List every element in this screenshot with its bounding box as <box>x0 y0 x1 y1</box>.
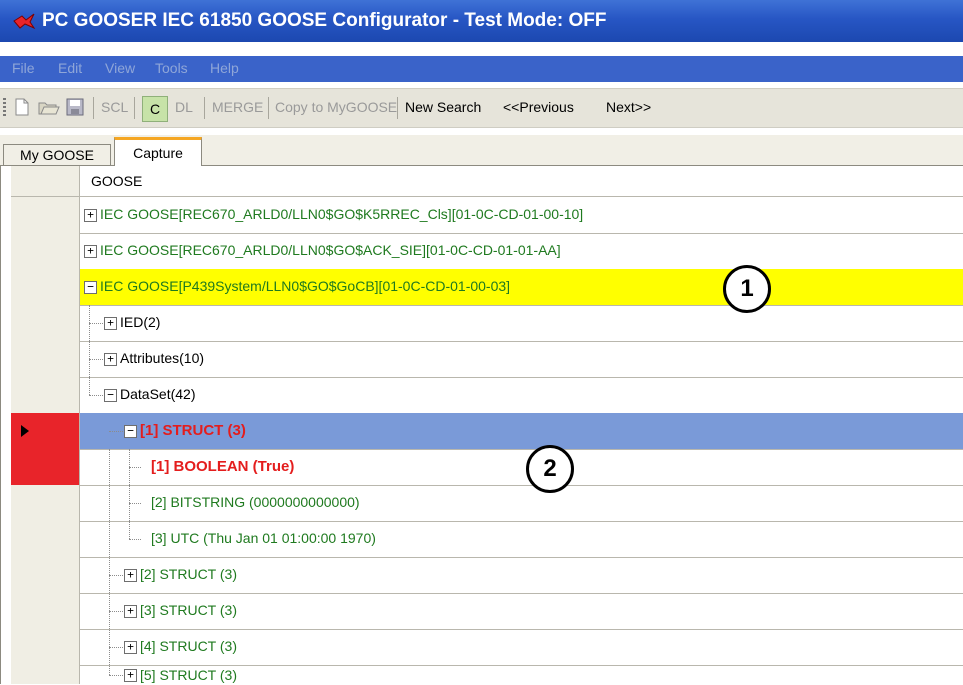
table-row[interactable]: − DataSet(42) <box>11 377 963 414</box>
row-header[interactable] <box>11 233 80 269</box>
row-header[interactable] <box>11 521 80 557</box>
dataset-node-label: DataSet(42) <box>120 386 196 402</box>
table-row[interactable]: + IED(2) <box>11 305 963 342</box>
expand-icon[interactable]: + <box>84 209 97 222</box>
toolbar-separator <box>93 97 94 119</box>
row-header[interactable] <box>11 665 80 684</box>
open-folder-icon[interactable] <box>38 98 60 116</box>
column-header-label: GOOSE <box>91 173 143 189</box>
toolbar-grip[interactable] <box>3 98 6 118</box>
row-header-error[interactable] <box>11 449 80 485</box>
menu-tools[interactable]: Tools <box>155 60 188 76</box>
table-row[interactable]: + [4] STRUCT (3) <box>11 629 963 666</box>
merge-button[interactable]: MERGE <box>212 99 263 115</box>
column-header-goose[interactable]: GOOSE <box>80 166 963 196</box>
utc-value-label: [3] UTC (Thu Jan 01 01:00:00 1970) <box>151 530 376 546</box>
toolbar-separator <box>268 97 269 119</box>
tree-connector <box>109 449 110 675</box>
collapse-icon[interactable]: − <box>124 425 137 438</box>
window-title: PC GOOSER IEC 61850 GOOSE Configurator -… <box>42 10 607 31</box>
table-row-highlighted[interactable]: − IEC GOOSE[P439System/LLN0$GO$GoCB][01-… <box>11 265 963 313</box>
expand-icon[interactable]: + <box>124 605 137 618</box>
save-disk-icon[interactable] <box>66 98 84 116</box>
tab-my-goose[interactable]: My GOOSE <box>3 144 111 165</box>
row-header-current[interactable] <box>11 413 80 449</box>
collapse-icon[interactable]: − <box>104 389 117 402</box>
tab-capture[interactable]: Capture <box>114 137 202 168</box>
new-search-button[interactable]: New Search <box>405 99 481 115</box>
struct-node-label: [5] STRUCT (3) <box>140 667 237 683</box>
struct-node-label: [1] STRUCT (3) <box>140 422 246 439</box>
previous-button[interactable]: <<Previous <box>503 99 574 115</box>
dl-button[interactable]: DL <box>175 99 193 115</box>
row-header[interactable] <box>11 629 80 665</box>
goose-message-label: IEC GOOSE[REC670_ARLD0/LLN0$GO$ACK_SIE][… <box>100 242 561 258</box>
goose-message-label: IEC GOOSE[P439System/LLN0$GO$GoCB][01-0C… <box>100 278 511 294</box>
menu-help[interactable]: Help <box>210 60 239 76</box>
table-row[interactable]: + IEC GOOSE[REC670_ARLD0/LLN0$GO$K5RREC_… <box>11 197 963 234</box>
expand-icon[interactable]: + <box>104 317 117 330</box>
struct-node-label: [3] STRUCT (3) <box>140 602 237 618</box>
next-button[interactable]: Next>> <box>606 99 651 115</box>
goose-message-label: IEC GOOSE[REC670_ARLD0/LLN0$GO$K5RREC_Cl… <box>100 206 584 222</box>
expand-icon[interactable]: + <box>84 245 97 258</box>
table-row[interactable]: [2] BITSTRING (0000000000000) <box>11 485 963 522</box>
row-header[interactable] <box>11 269 80 305</box>
struct-node-label: [4] STRUCT (3) <box>140 638 237 654</box>
row-header[interactable] <box>11 485 80 521</box>
current-row-arrow-icon <box>21 425 29 437</box>
toolbar-separator <box>204 97 205 119</box>
copy-to-mygoose-button[interactable]: Copy to MyGOOSE <box>275 99 397 115</box>
row-header[interactable] <box>11 557 80 593</box>
tab-strip: My GOOSE Capture <box>0 135 963 168</box>
scl-button[interactable]: SCL <box>101 99 128 115</box>
menu-file[interactable]: File <box>12 60 35 76</box>
toolbar-separator <box>134 97 135 119</box>
menu-view[interactable]: View <box>105 60 135 76</box>
table-row[interactable]: + [2] STRUCT (3) <box>11 557 963 594</box>
bitstring-value-label: [2] BITSTRING (0000000000000) <box>151 494 360 510</box>
attributes-node-label: Attributes(10) <box>120 350 205 366</box>
title-bar: PC GOOSER IEC 61850 GOOSE Configurator -… <box>0 0 963 42</box>
grid-header-row: GOOSE <box>11 166 963 197</box>
table-row[interactable]: + Attributes(10) <box>11 341 963 378</box>
collapse-icon[interactable]: − <box>84 281 97 294</box>
row-header[interactable] <box>11 593 80 629</box>
table-row[interactable]: + [5] STRUCT (3) <box>11 665 963 684</box>
expand-icon[interactable]: + <box>124 569 137 582</box>
table-row-selected[interactable]: − [1] STRUCT (3) <box>11 413 963 450</box>
expand-icon[interactable]: + <box>124 669 137 682</box>
pc-gooser-logo-icon <box>13 13 36 30</box>
menu-edit[interactable]: Edit <box>58 60 82 76</box>
row-header[interactable] <box>11 377 80 413</box>
row-header[interactable] <box>11 341 80 377</box>
ied-node-label: IED(2) <box>120 314 161 330</box>
table-row[interactable]: + [3] STRUCT (3) <box>11 593 963 630</box>
row-header[interactable] <box>11 305 80 341</box>
table-row[interactable]: [1] BOOLEAN (True) 2 <box>11 445 963 493</box>
goose-grid: GOOSE + IEC GOOSE[REC670_ARLD0/LLN0$GO$K… <box>0 166 963 684</box>
expand-icon[interactable]: + <box>104 353 117 366</box>
new-file-icon[interactable] <box>14 98 30 116</box>
table-row[interactable]: [3] UTC (Thu Jan 01 01:00:00 1970) <box>11 521 963 558</box>
table-row[interactable]: + IEC GOOSE[REC670_ARLD0/LLN0$GO$ACK_SIE… <box>11 233 963 270</box>
c-button[interactable]: C <box>142 96 168 122</box>
struct-node-label: [2] STRUCT (3) <box>140 566 237 582</box>
toolbar: SCL C DL MERGE Copy to MyGOOSE New Searc… <box>0 88 963 128</box>
row-header[interactable] <box>11 197 80 233</box>
toolbar-separator <box>397 97 398 119</box>
menu-bar: File Edit View Tools Help <box>0 56 963 82</box>
expand-icon[interactable]: + <box>124 641 137 654</box>
boolean-value-label: [1] BOOLEAN (True) <box>151 458 295 475</box>
row-header <box>11 166 80 196</box>
